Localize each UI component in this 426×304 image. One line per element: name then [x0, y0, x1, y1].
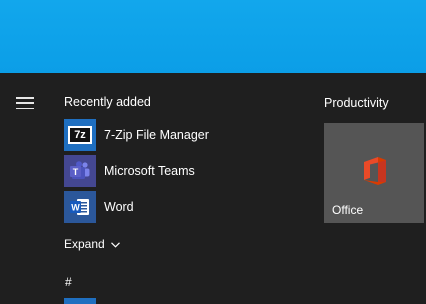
recently-added-heading: Recently added — [64, 95, 151, 109]
hamburger-icon[interactable] — [16, 97, 34, 109]
hamburger-line — [16, 107, 34, 109]
tile-office[interactable]: Office — [324, 123, 424, 223]
tile-office-label: Office — [332, 203, 364, 217]
app-item-teams[interactable]: T Microsoft Teams — [64, 155, 304, 187]
word-icon: W — [64, 191, 96, 223]
app-icon-partial[interactable] — [64, 298, 96, 304]
chevron-down-icon — [110, 237, 120, 251]
app-item-word[interactable]: W Word — [64, 191, 304, 223]
expand-label: Expand — [64, 237, 105, 251]
app-label-7zip: 7-Zip File Manager — [104, 128, 209, 142]
app-label-teams: Microsoft Teams — [104, 164, 195, 178]
app-label-word: Word — [104, 200, 134, 214]
desktop-background — [0, 0, 426, 73]
7zip-icon-text: 7z — [68, 126, 92, 144]
word-icon-text: W — [71, 203, 80, 213]
app-item-7zip[interactable]: 7z 7-Zip File Manager — [64, 119, 304, 151]
7zip-icon: 7z — [64, 119, 96, 151]
hamburger-line — [16, 97, 34, 99]
hamburger-line — [16, 102, 34, 104]
alpha-group-header[interactable]: # — [65, 275, 72, 289]
expand-button[interactable]: Expand — [64, 236, 120, 252]
productivity-heading: Productivity — [324, 96, 389, 110]
teams-icon-text: T — [73, 167, 79, 177]
teams-icon: T — [64, 155, 96, 187]
office-icon — [360, 155, 388, 187]
